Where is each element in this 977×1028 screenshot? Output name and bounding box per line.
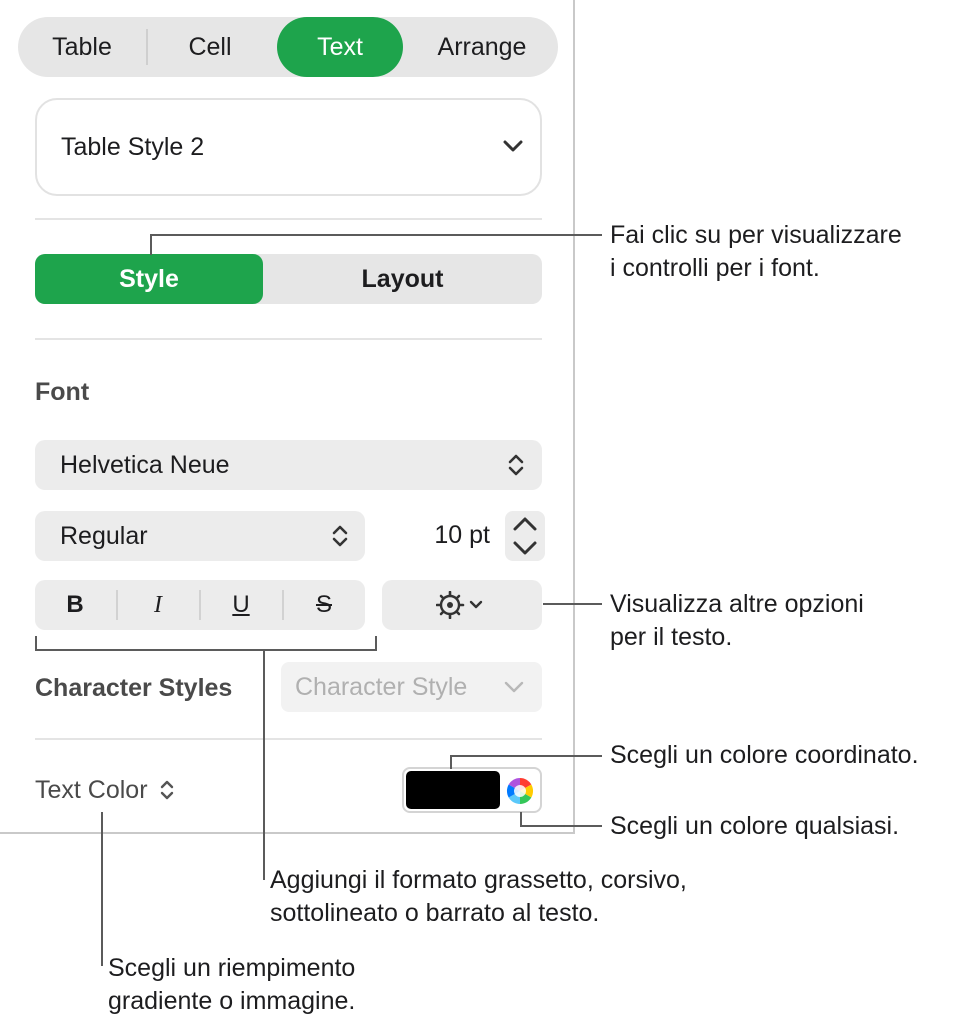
- format-tabs: Table Cell Text Arrange: [18, 17, 558, 77]
- callout-text: sottolineato o barrato al testo.: [270, 899, 600, 927]
- divider: [35, 338, 542, 340]
- style-layout-toggle: Style Layout: [35, 254, 542, 304]
- tab-text[interactable]: Text: [277, 17, 403, 77]
- strikethrough-button[interactable]: S: [284, 580, 364, 630]
- font-size-stepper[interactable]: [504, 510, 546, 562]
- font-family-popup[interactable]: Helvetica Neue: [35, 440, 542, 490]
- font-size-field[interactable]: 10 pt: [382, 510, 498, 560]
- callout-line: [101, 812, 103, 966]
- font-section-title: Font: [35, 378, 90, 406]
- font-family-value: Helvetica Neue: [60, 451, 230, 479]
- callout-text-format: Aggiungi il formato grassetto, corsivo, …: [270, 864, 687, 930]
- underline-button[interactable]: U: [201, 580, 281, 630]
- table-style-label: Table Style 2: [61, 133, 205, 161]
- callout-bracket: [35, 649, 377, 651]
- callout-fill: Scegli un riempimento gradiente o immagi…: [108, 952, 355, 1018]
- color-swatch[interactable]: [406, 771, 500, 809]
- format-sidebar: Table Cell Text Arrange Table Style 2 St…: [0, 0, 575, 834]
- callout-text: Aggiungi il formato grassetto, corsivo,: [270, 866, 687, 894]
- table-style-selector[interactable]: Table Style 2: [35, 98, 542, 196]
- character-style-popup[interactable]: Character Style: [281, 662, 542, 712]
- callout-more-options: Visualizza altre opzioni per il testo.: [610, 588, 864, 654]
- tab-arrange[interactable]: Arrange: [416, 17, 548, 77]
- callout-text: Scegli un colore coordinato.: [610, 741, 919, 769]
- callout-line: [150, 234, 152, 255]
- callout-bracket: [35, 636, 37, 650]
- callout-text: per il testo.: [610, 623, 733, 651]
- typeface-popup[interactable]: Regular: [35, 511, 365, 561]
- up-down-arrows-icon: [508, 454, 524, 476]
- bold-button[interactable]: B: [35, 580, 115, 630]
- italic-button[interactable]: I: [118, 580, 198, 630]
- character-styles-label: Character Styles: [35, 674, 233, 702]
- callout-line: [520, 825, 602, 827]
- layout-button[interactable]: Layout: [263, 254, 542, 304]
- callout-text: i controlli per i font.: [610, 254, 820, 282]
- up-down-arrows-icon: [160, 780, 173, 800]
- chevron-down-icon: [503, 140, 523, 152]
- callout-text: Visualizza altre opzioni: [610, 590, 864, 618]
- callout-text: gradiente o immagine.: [108, 987, 356, 1015]
- tab-table[interactable]: Table: [18, 17, 146, 77]
- typeface-value: Regular: [60, 522, 148, 550]
- gear-icon: [436, 591, 483, 619]
- callout-coordinated-color: Scegli un colore coordinato.: [610, 739, 919, 772]
- callout-any-color: Scegli un colore qualsiasi.: [610, 810, 899, 843]
- callout-style-controls: Fai clic su per visualizzare i controlli…: [610, 219, 902, 285]
- style-button[interactable]: Style: [35, 254, 263, 304]
- callout-text: Scegli un colore qualsiasi.: [610, 812, 900, 840]
- divider: [35, 738, 542, 740]
- callout-text: Scegli un riempimento: [108, 954, 356, 982]
- more-text-options-button[interactable]: [382, 580, 542, 630]
- tab-cell[interactable]: Cell: [148, 17, 272, 77]
- color-wheel-icon[interactable]: [504, 775, 536, 807]
- text-color-label: Text Color: [35, 776, 148, 804]
- up-down-arrows-icon: [332, 525, 348, 547]
- character-style-placeholder: Character Style: [295, 673, 468, 701]
- callout-text: Fai clic su per visualizzare: [610, 221, 902, 249]
- callout-bracket: [375, 636, 377, 650]
- text-color-well: [402, 767, 542, 813]
- chevron-down-icon: [504, 681, 524, 693]
- callout-line: [150, 234, 602, 236]
- divider: [35, 218, 542, 220]
- text-color-popup[interactable]: Text Color: [35, 774, 175, 805]
- text-format-buttons: B I U S: [35, 580, 365, 630]
- callout-line: [543, 603, 602, 605]
- callout-line: [520, 812, 522, 826]
- callout-line: [450, 755, 602, 757]
- callout-line: [263, 649, 265, 880]
- callout-line: [450, 755, 452, 769]
